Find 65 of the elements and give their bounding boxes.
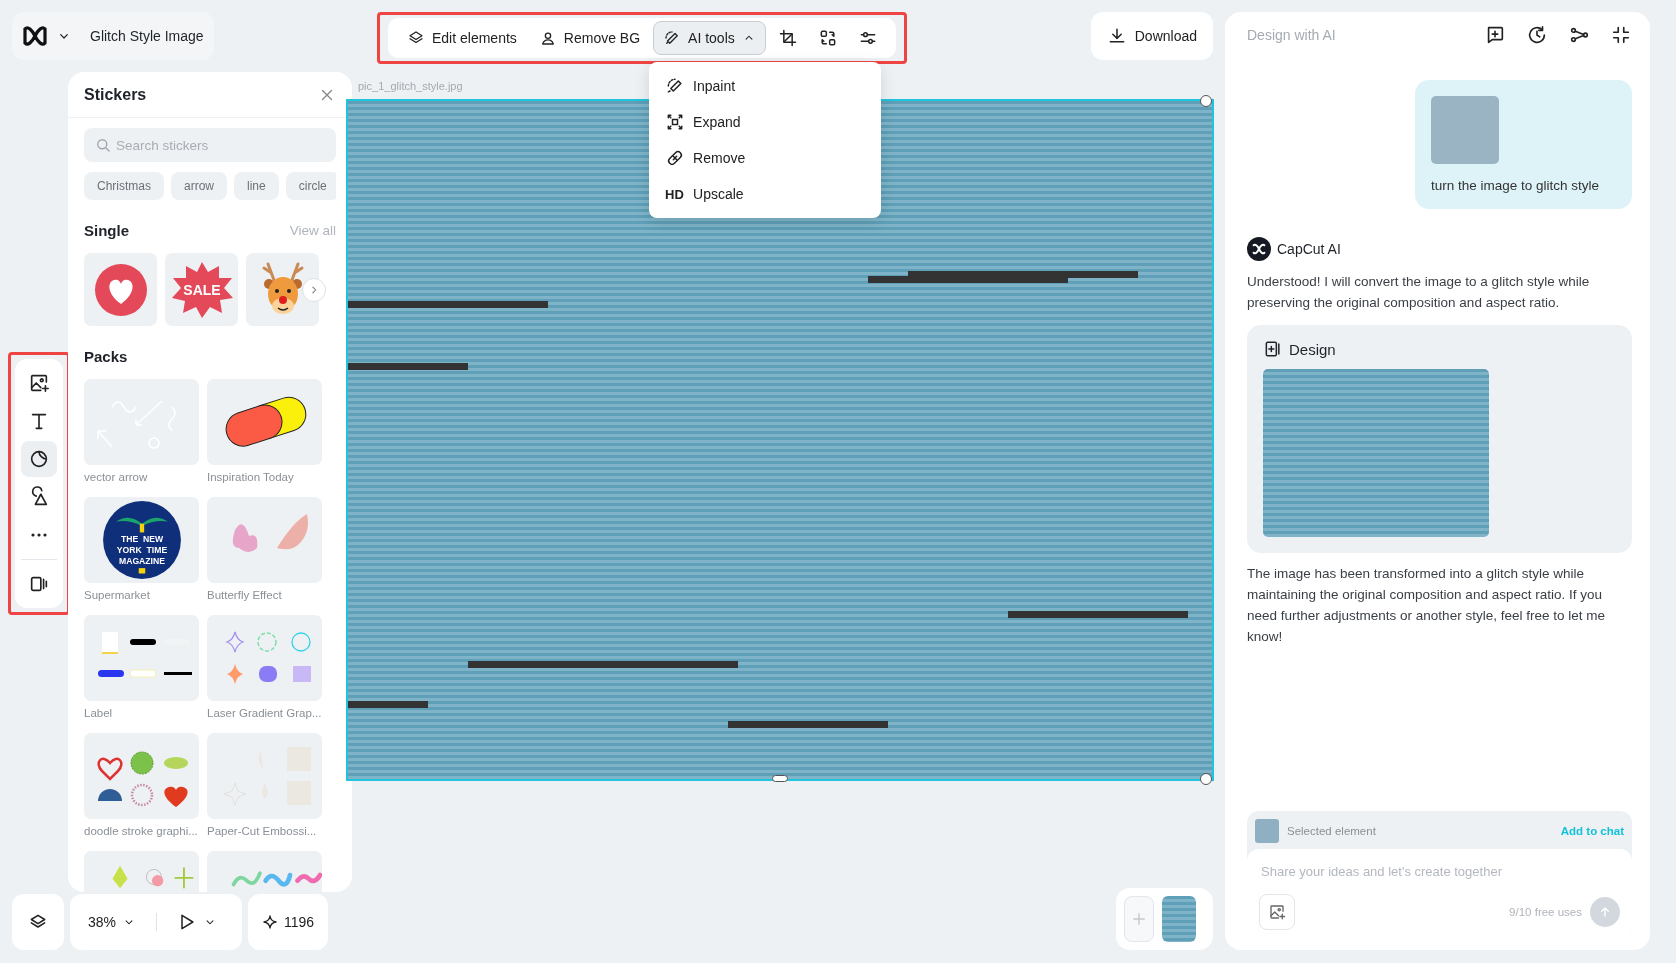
tag-chip[interactable]: Christmas (84, 172, 164, 200)
crop-icon (777, 28, 798, 48)
file-name: pic_1_glitch_style.jpg (358, 80, 463, 94)
sticker-tile[interactable]: SALE (165, 253, 238, 326)
menu-item[interactable]: Expand (649, 104, 882, 140)
author-name: CapCut AI (1277, 241, 1341, 257)
download-button[interactable]: Download (1090, 12, 1213, 60)
selected-label: Selected element (1287, 825, 1376, 837)
avatar-icon (1247, 237, 1271, 261)
attach-image-button[interactable] (1259, 894, 1295, 930)
more-icon (31, 533, 47, 537)
menu-item[interactable]: HD Upscale (649, 176, 882, 212)
image-add-icon (1268, 903, 1286, 921)
logo-icon (22, 25, 48, 47)
sparkle-icon (261, 914, 278, 930)
tag-chip[interactable]: circle (285, 172, 336, 200)
photo-placeholder[interactable] (348, 101, 1212, 779)
sticker-tile[interactable] (84, 253, 157, 326)
menu-item-label: Inpaint (693, 78, 736, 94)
rail-button[interactable] (21, 441, 57, 477)
badge-drawing: THE NEW YORK TIME MAGAZINE (101, 500, 182, 580)
section-heading: Single (84, 222, 129, 239)
menu-item-label: Expand (693, 114, 741, 130)
photo-placeholder (1431, 96, 1499, 164)
toolbar-button[interactable]: Edit elements (398, 21, 526, 55)
design-icon (1263, 339, 1283, 359)
design-card[interactable]: Design (1247, 325, 1632, 553)
header-icon-button[interactable] (1610, 24, 1632, 46)
hd-icon: HD (665, 186, 686, 202)
search-field[interactable]: Search stickers (84, 128, 336, 162)
menu-item[interactable]: Inpaint (649, 68, 882, 104)
panel-title: Design with AI (1247, 27, 1336, 43)
tag-chip[interactable]: arrow (171, 172, 228, 200)
menu-item[interactable]: Remove (649, 140, 882, 176)
card-title: Design (1289, 340, 1336, 358)
usage-count: 9/10 free uses (1509, 906, 1582, 918)
tag-chip[interactable]: line (234, 172, 279, 200)
sticker-icon (28, 448, 50, 470)
header-icon-button[interactable] (1526, 24, 1548, 46)
resize-handle[interactable] (772, 775, 788, 782)
menu-item-label: Remove (693, 150, 746, 166)
document-title[interactable]: Glitch Style Image (90, 28, 204, 44)
element-thumbnail (1255, 819, 1279, 843)
page-thumbnail[interactable] (1162, 896, 1196, 942)
toolbar-button[interactable]: AI tools (653, 21, 766, 55)
message-text: The image has been transformed into a glitch style while maintaining the original composition and aspect ratio. If you need further adjustments or another style, feel free to let me know! (1247, 565, 1606, 646)
image-add-icon (28, 372, 50, 394)
search-icon (94, 136, 112, 154)
sticker-tile[interactable] (246, 253, 319, 326)
toolbar-button[interactable]: Remove BG (529, 21, 650, 55)
zoom-dropdown[interactable]: 38% (80, 910, 145, 934)
collapse-icon (1610, 24, 1632, 46)
message-text: Understood! I will convert the image to a glitch style while preserving the original composition and aspect ratio. (1247, 273, 1591, 312)
sticker-pack[interactable] (207, 851, 322, 892)
history-icon (1526, 24, 1548, 46)
plus-icon (1130, 910, 1148, 928)
menu-item-label: Upscale (693, 186, 744, 202)
layers-button[interactable] (12, 894, 64, 950)
message-text: turn the image to glitch style (1431, 178, 1601, 193)
resize-handle[interactable] (1200, 95, 1212, 107)
credits-button[interactable]: 1196 (248, 894, 328, 950)
heart-sticker (92, 261, 149, 318)
credits-count: 1196 (283, 914, 315, 930)
section-heading: Packs (84, 348, 128, 365)
panel-title: Stickers (84, 85, 147, 104)
